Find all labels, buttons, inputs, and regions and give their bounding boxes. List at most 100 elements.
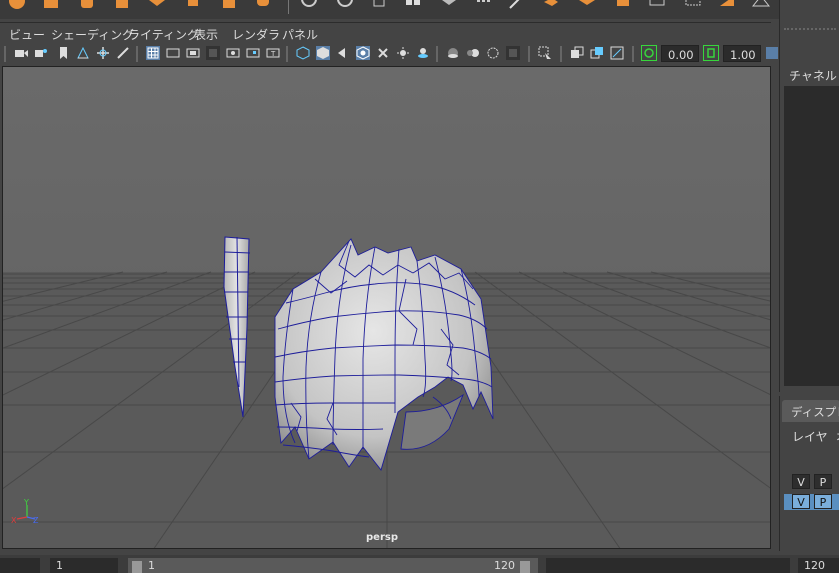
grid-icon[interactable] [146, 46, 160, 60]
use-default-material-icon[interactable] [376, 46, 390, 60]
safe-action-icon[interactable] [246, 46, 260, 60]
viewport-menubar: ビュー シェーディング ライティング 表示 レンダラ パネル [0, 22, 771, 42]
svg-text:Z: Z [33, 516, 39, 525]
x-ray-icon[interactable] [356, 46, 370, 60]
perspective-viewport[interactable]: Y X Z persp [2, 66, 771, 549]
motion-blur-icon[interactable] [466, 46, 480, 60]
svg-text:X: X [11, 516, 17, 525]
polygon-pipe-icon[interactable] [254, 0, 272, 10]
display-tab[interactable]: ディスプレイ [782, 400, 839, 422]
range-slider[interactable]: 1 120 [128, 558, 538, 573]
polygon-torus-icon[interactable] [184, 0, 202, 10]
playback-start-field[interactable]: 1 [50, 558, 118, 573]
exposure-icon[interactable] [610, 46, 624, 60]
exposure-toggle-icon[interactable] [641, 45, 657, 61]
two-sided-lighting-icon[interactable] [590, 46, 604, 60]
bookmark-icon[interactable] [56, 46, 70, 60]
svg-text:T: T [270, 50, 276, 58]
grid-fill-icon[interactable] [474, 0, 492, 10]
anti-aliasing-icon[interactable] [486, 46, 500, 60]
make-hole-icon[interactable] [718, 0, 736, 10]
menu-renderer[interactable]: レンダラ [232, 26, 280, 43]
playback-end-field[interactable]: 120 [798, 558, 839, 573]
wedge-icon[interactable] [751, 0, 771, 10]
time-slider-track[interactable] [546, 558, 790, 573]
safe-title-icon[interactable]: T [266, 46, 280, 60]
polygon-prism-icon[interactable] [220, 0, 238, 10]
polygon-cylinder-icon[interactable] [78, 0, 96, 10]
select-camera-icon[interactable] [14, 46, 28, 60]
menu-view[interactable]: ビュー [9, 26, 45, 43]
visibility-toggle[interactable]: V [792, 474, 810, 489]
menu-panels[interactable]: パネル [282, 26, 318, 43]
polygon-plane-icon[interactable] [148, 0, 166, 10]
range-start-label: 1 [148, 559, 155, 572]
toolbar-separator [286, 46, 288, 62]
smooth-shade-icon[interactable] [316, 46, 330, 60]
time-slider-bar: 1 1 120 120 [0, 555, 839, 573]
toolbar-separator [136, 46, 138, 62]
layer-editor: ディスプレイ レイヤ オ V P V P [779, 396, 839, 551]
layer-row-default[interactable]: V P [784, 474, 839, 490]
panel-grip[interactable] [784, 28, 836, 36]
append-polygon-icon[interactable] [684, 0, 702, 10]
hud-icon[interactable] [570, 46, 584, 60]
viewport-toolbar: T 0.00 1.00 [0, 42, 778, 66]
ambient-occlusion-icon[interactable] [446, 46, 460, 60]
channel-box-body [784, 86, 839, 386]
shelf-bar [0, 0, 839, 19]
gamma-toggle-icon[interactable] [703, 45, 719, 61]
polygon-cone-icon[interactable] [113, 0, 131, 10]
menu-shading[interactable]: シェーディング [51, 26, 134, 43]
toolbar-separator [528, 46, 530, 62]
image-plane-icon[interactable] [76, 46, 90, 60]
connect-icon[interactable] [578, 0, 596, 10]
wireframe-on-shaded-icon[interactable] [336, 46, 350, 60]
scene-start-field[interactable] [0, 558, 40, 573]
toolbar-separator [4, 46, 6, 62]
wireframe-icon[interactable] [296, 46, 310, 60]
layer-row-selected[interactable]: V P [784, 494, 839, 510]
viewport-canvas: Y X Z [3, 67, 770, 548]
playback-toggle[interactable]: P [814, 494, 832, 509]
gate-mask-icon[interactable] [206, 46, 220, 60]
field-chart-icon[interactable] [226, 46, 240, 60]
polygon-cube-icon[interactable] [42, 0, 60, 10]
visibility-toggle[interactable]: V [792, 494, 810, 509]
camera-name-label: persp [366, 532, 398, 543]
gamma-field[interactable]: 1.00 [723, 45, 761, 62]
extract-icon[interactable] [370, 0, 388, 10]
grease-pencil-icon[interactable] [116, 46, 130, 60]
channel-box-title[interactable]: チャネル [789, 67, 837, 84]
film-gate-icon[interactable] [166, 46, 180, 60]
range-end-label: 120 [494, 559, 515, 572]
shadows-icon[interactable] [416, 46, 430, 60]
depth-of-field-icon[interactable] [506, 46, 520, 60]
svg-text:Y: Y [23, 498, 29, 507]
separate-icon[interactable] [336, 0, 354, 10]
menu-lighting[interactable]: ライティング [128, 26, 199, 43]
menu-layers[interactable]: レイヤ [792, 428, 828, 445]
polygon-sphere-icon[interactable] [8, 0, 26, 10]
combine-icon[interactable] [300, 0, 318, 10]
bridge-icon[interactable] [614, 0, 632, 10]
menu-show[interactable]: 表示 [194, 26, 218, 43]
range-start-handle[interactable] [132, 561, 142, 573]
isolate-select-icon[interactable] [538, 46, 552, 60]
toolbar-separator [560, 46, 562, 62]
lights-icon[interactable] [396, 46, 410, 60]
toolbar-separator [632, 46, 634, 62]
target-weld-icon[interactable] [542, 0, 560, 10]
camera-attributes-icon[interactable] [34, 46, 48, 60]
color-management-icon[interactable] [765, 46, 779, 60]
smooth-icon[interactable] [404, 0, 422, 10]
2d-pan-zoom-icon[interactable] [96, 46, 110, 60]
playback-toggle[interactable]: P [814, 474, 832, 489]
booleans-icon[interactable] [440, 0, 458, 10]
fill-hole-icon[interactable] [648, 0, 666, 10]
resolution-gate-icon[interactable] [186, 46, 200, 60]
channel-box: チャネル [779, 0, 839, 392]
multi-cut-icon[interactable] [508, 0, 526, 10]
range-end-handle[interactable] [520, 561, 530, 573]
exposure-field[interactable]: 0.00 [661, 45, 699, 62]
